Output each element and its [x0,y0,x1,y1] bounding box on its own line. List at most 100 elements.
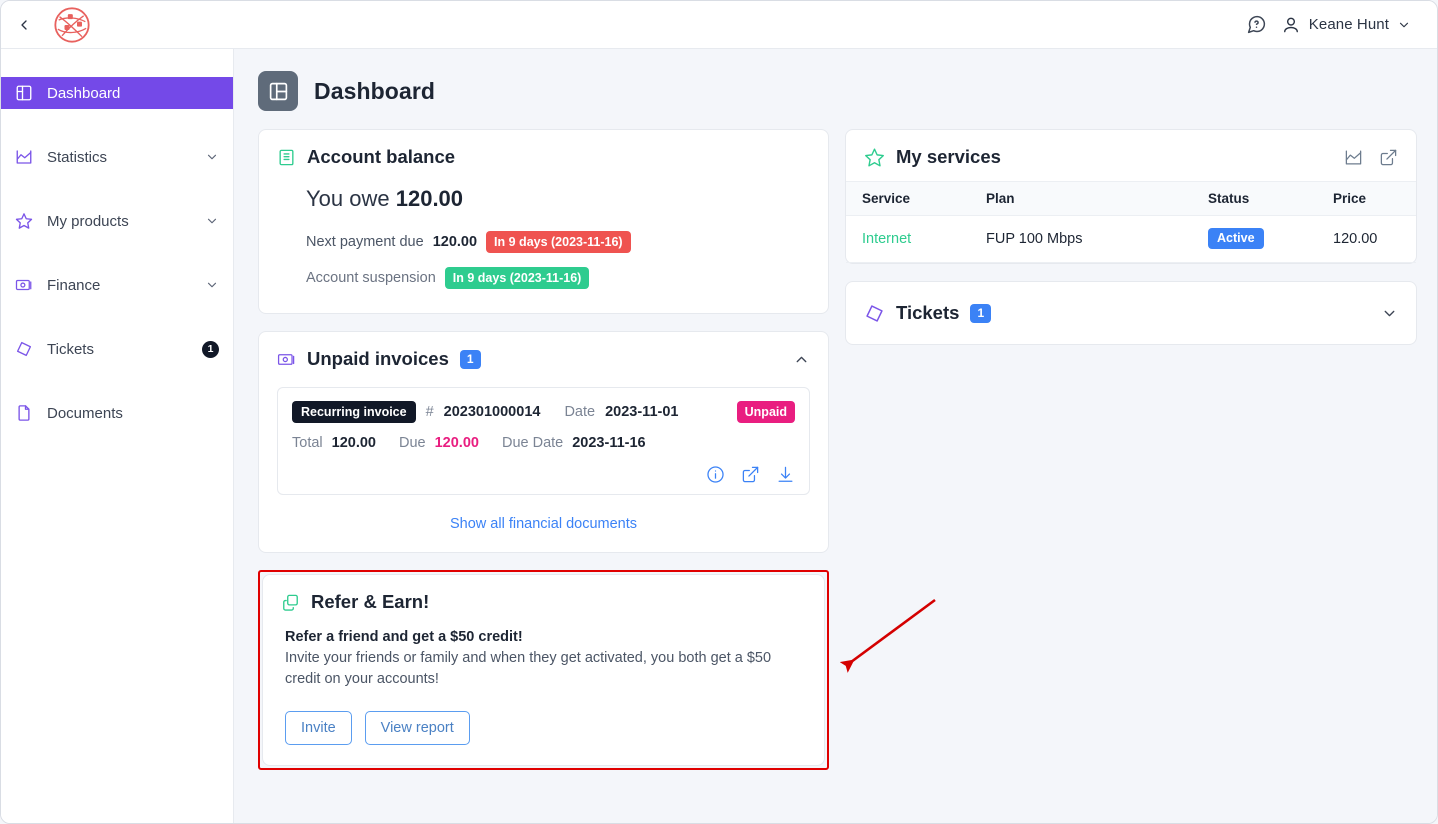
invoice-line-primary: Recurring invoice # 202301000014 Date 20… [292,401,795,423]
top-bar-right: Keane Hunt [1246,1,1437,49]
dashboard-panel-icon [258,71,298,111]
chevron-down-icon[interactable] [205,214,219,228]
unpaid-invoices-header[interactable]: Unpaid invoices 1 [259,332,828,370]
my-services-table: Service Plan Status Price Internet FUP 1… [846,181,1416,263]
top-bar: Keane Hunt [1,1,1437,49]
user-name-label: Keane Hunt [1308,16,1389,33]
dashboard-icon [15,84,41,102]
table-body: Internet FUP 100 Mbps Active 120.00 [846,215,1416,263]
cell-plan: FUP 100 Mbps [986,215,1208,263]
invoice-row: Recurring invoice # 202301000014 Date 20… [277,387,810,495]
invoice-line-secondary: Total 120.00 Due 120.00 Due Date 2023-11… [292,435,795,451]
my-services-card: My services Service Plan Status Price In… [845,129,1417,264]
invoice-date: 2023-11-01 [605,404,679,420]
external-link-icon[interactable] [741,465,760,484]
sidebar-item-my-products[interactable]: My products [1,205,233,237]
sidebar-item-finance[interactable]: Finance [1,269,233,301]
invoice-due-date-label: Due Date [501,435,564,451]
refer-earn-title: Refer & Earn! [311,591,430,612]
sidebar-item-label: My products [47,212,129,230]
sidebar-item-label: Tickets [47,340,94,358]
invoice-number-label: # [425,404,434,420]
sidebar-item-tickets[interactable]: Tickets 1 [1,333,233,365]
chevron-left-icon [21,19,27,30]
refer-earn-header: Refer & Earn! [263,575,824,613]
service-link[interactable]: Internet [862,231,911,247]
owe-row: You owe 120.00 [259,168,828,212]
sidebar-item-label: Documents [47,404,123,422]
cell-price: 120.00 [1333,215,1416,263]
my-services-header: My services [846,130,1416,168]
my-services-actions [1344,148,1398,167]
refer-earn-highlight: Refer & Earn! Refer a friend and get a $… [258,570,829,770]
tickets-expand[interactable] [1381,305,1398,322]
chart-icon[interactable] [1344,148,1363,167]
user-menu[interactable]: Keane Hunt [1281,15,1411,35]
unpaid-invoices-card: Unpaid invoices 1 Recurring invoice # 20… [258,331,829,553]
column-header-service: Service [846,181,986,216]
chevron-up-icon[interactable] [793,351,810,368]
sidebar-tickets-badge: 1 [202,340,219,358]
next-payment-amount: 120.00 [432,234,478,250]
invoice-total-label: Total [292,435,323,451]
chevron-down-icon[interactable] [1381,305,1398,322]
refer-earn-body: Refer a friend and get a $50 credit! Inv… [263,613,824,765]
tickets-title: Tickets [896,302,960,323]
star-icon [15,212,41,230]
back-button[interactable] [1,1,47,49]
unpaid-invoices-collapse[interactable] [793,351,810,368]
book-icon [277,148,296,167]
invoice-total: 120.00 [331,435,376,451]
tickets-count-badge: 1 [970,303,992,323]
document-icon [15,404,41,422]
chevron-down-icon [1399,22,1409,27]
invoice-actions [292,465,795,484]
ticket-icon [15,340,41,358]
ticket-icon [864,303,885,324]
next-payment-label: Next payment due [306,234,424,250]
unpaid-invoices-title: Unpaid invoices [307,348,449,369]
copy-icon [281,593,300,612]
view-report-button[interactable]: View report [364,711,470,745]
sidebar-item-documents[interactable]: Documents [1,397,233,429]
info-icon[interactable] [706,465,725,484]
tickets-card: Tickets 1 [845,281,1417,345]
column-header-price: Price [1333,181,1416,216]
refer-earn-description: Invite your friends or family and when t… [285,650,772,687]
sidebar-item-label: Dashboard [47,84,121,102]
account-suspension-label: Account suspension [306,270,436,286]
dashboard-columns: Account balance You owe 120.00 Next paym… [234,111,1437,770]
user-icon [1283,17,1298,32]
sidebar-item-statistics[interactable]: Statistics [1,141,233,173]
refer-earn-headline: Refer a friend and get a $50 credit! [285,629,523,645]
chevron-down-icon[interactable] [205,278,219,292]
sidebar-item-dashboard[interactable]: Dashboard [1,77,233,109]
invite-button[interactable]: Invite [285,711,352,745]
unpaid-invoices-footer: Show all financial documents [259,495,828,552]
chart-icon [15,148,41,166]
next-payment-row: Next payment due 120.00 In 9 days (2023-… [259,212,828,253]
invoice-type-tag: Recurring invoice [292,401,416,423]
show-all-financial-documents-link[interactable]: Show all financial documents [450,516,637,532]
table-row[interactable]: Internet FUP 100 Mbps Active 120.00 [846,215,1416,263]
owe-label: You owe [306,186,390,211]
money-icon [15,276,41,294]
sidebar-item-label: Statistics [47,148,108,166]
account-balance-title: Account balance [307,146,456,167]
network-globe-logo-icon [54,6,90,43]
status-badge: Active [1208,228,1264,249]
chevron-down-icon[interactable] [205,150,219,164]
next-payment-due-badge: In 9 days (2023-11-16) [486,231,631,253]
tickets-card-header[interactable]: Tickets 1 [846,282,1416,344]
app-logo[interactable] [51,4,93,46]
account-balance-header: Account balance [259,130,828,168]
download-icon[interactable] [776,465,795,484]
page-header: Dashboard [234,49,1437,111]
help-button[interactable] [1246,14,1267,35]
external-link-icon[interactable] [1379,148,1398,167]
money-icon [277,350,296,369]
table-header: Service Plan Status Price [846,181,1416,216]
